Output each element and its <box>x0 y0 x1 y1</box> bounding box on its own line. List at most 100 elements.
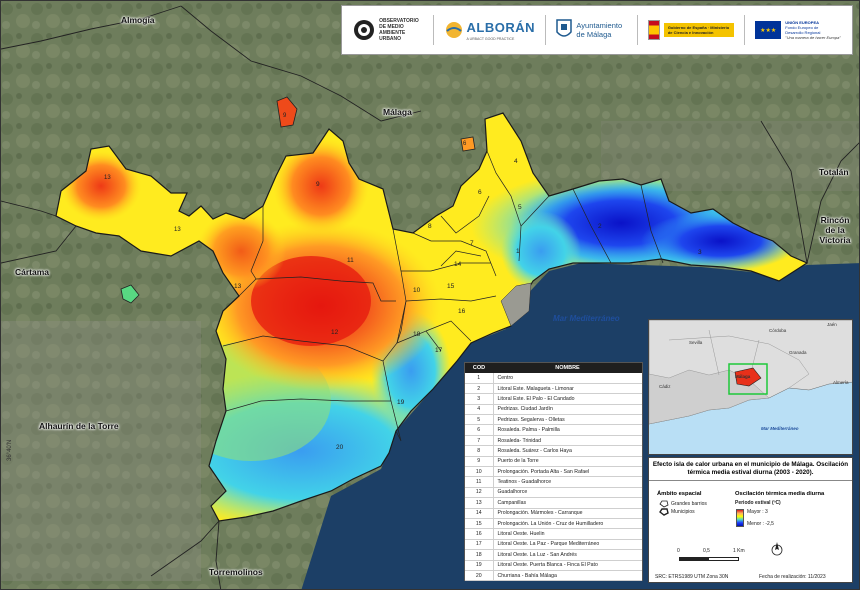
logo-bar: Observatorio de Medio Ambiente Urbano AL… <box>341 5 853 55</box>
place-totalan: Totalán <box>819 167 849 177</box>
table-row: 3 Litoral Este. El Palo - El Candado <box>465 393 642 405</box>
scale-tick-2: 1 Km <box>733 548 745 554</box>
district-number: 13 <box>234 283 242 290</box>
row-nombre: Campanillas <box>493 497 642 509</box>
district-number: 7 <box>470 240 474 247</box>
district-number: 3 <box>698 249 702 256</box>
sea-label: Mar Mediterráneo <box>553 314 620 323</box>
district-number: 13 <box>104 175 111 181</box>
grandes-barrios-icon <box>659 500 669 508</box>
district-number: 5 <box>518 204 522 211</box>
row-cod: 12 <box>465 487 494 499</box>
ambito-grandes-barrios: Grandes barrios <box>671 501 707 507</box>
eu-logo: ★★★ UNIÓN EUROPEA Fondo Europeo de Desar… <box>755 20 841 40</box>
ambito-municipios: Municipios <box>671 509 695 515</box>
table-row: 12 Guadalhorce <box>465 487 642 499</box>
gradient-min: Menor : -2,5 <box>747 521 774 527</box>
row-nombre: Teatinos - Guadalhorce <box>493 476 642 488</box>
gobierno-logo: Gobierno de España · Ministerio de Cienc… <box>647 20 734 40</box>
inset-andalusia-map <box>649 320 852 425</box>
alboran-logo: ALBORÁN A URBACT GOOD PRACTICE <box>445 19 536 41</box>
observatorio-icon <box>354 20 375 40</box>
alboran-icon <box>445 22 462 38</box>
district-number: 14 <box>454 261 462 268</box>
district-number: 9 <box>283 113 287 119</box>
city-shield-icon <box>556 19 573 37</box>
ayuntamiento-text: Ayuntamiento de Málaga <box>576 21 623 39</box>
row-nombre: Litoral Oeste. La Paz - Parque Mediterrá… <box>493 539 642 551</box>
eu-motto: "Una manera de hacer Europa" <box>785 35 841 40</box>
table-row: 11 Teatinos - Guadalhorce <box>465 476 642 488</box>
district-number: 11 <box>347 257 354 264</box>
district-number: 2 <box>598 223 602 230</box>
inset-label-sevilla: Sevilla <box>689 340 703 345</box>
inset-label-almeria: Almería <box>833 380 849 385</box>
row-nombre: Rosaleda. Palma - Palmilla <box>493 424 642 436</box>
district-number: 6 <box>463 141 467 147</box>
row-nombre: Prolongación. La Unión - Cruz de Humilla… <box>493 518 642 530</box>
row-cod: 17 <box>465 539 494 551</box>
place-cartama: Cártama <box>15 267 50 277</box>
fecha-label: Fecha de realización: 11/2023 <box>759 574 826 580</box>
row-cod: 1 <box>465 373 494 384</box>
row-nombre: Litoral Oeste. La Luz - San Andrés <box>493 549 642 561</box>
gobierno-text: Gobierno de España · Ministerio de Cienc… <box>663 23 734 37</box>
alboran-text: ALBORÁN <box>466 20 535 35</box>
scale-tick-0: 0 <box>677 548 680 554</box>
district-number: 15 <box>447 283 455 290</box>
scale-bar <box>679 557 739 561</box>
row-cod: 3 <box>465 393 494 405</box>
oscilacion-heading: Oscilación térmica media diurna <box>735 491 825 497</box>
row-nombre: Rosaleda- Trinidad <box>493 435 642 447</box>
table-row: 16 Litoral Oeste. Huelin <box>465 528 642 540</box>
col-nombre-header: NOMBRE <box>493 363 642 373</box>
table-row: 14 Prolongación. Mármoles - Carranque <box>465 508 642 519</box>
observatorio-text: Observatorio de Medio Ambiente Urbano <box>379 18 419 42</box>
municipios-icon <box>659 508 669 516</box>
latitude-label: 36°40'N <box>7 439 13 461</box>
district-legend-table: COD NOMBRE 1 Centro 2 Litoral Este. Malague… <box>465 363 642 582</box>
row-cod: 16 <box>465 528 494 540</box>
row-cod: 2 <box>465 383 494 395</box>
row-cod: 9 <box>465 456 494 468</box>
spain-flag-icon <box>647 20 660 40</box>
row-nombre: Litoral Este. El Palo - El Candado <box>493 393 642 405</box>
scale-tick-1: 0,5 <box>703 548 710 554</box>
district-number: 8 <box>428 223 432 230</box>
inset-label-jaen: Jaén <box>827 322 837 327</box>
inset-label-cadiz: Cádiz <box>659 384 671 389</box>
map-title: Efecto isla de calor urbana en el munici… <box>649 458 852 481</box>
row-cod: 11 <box>465 476 494 488</box>
table-row: 4 Pedrizas. Ciudad Jardín <box>465 404 642 416</box>
table-row: 2 Litoral Este. Malagueta - Limonar <box>465 383 642 395</box>
row-nombre: Pedrizas. Segalerva - Olletas <box>493 414 642 426</box>
row-cod: 14 <box>465 508 494 519</box>
district-number: 12 <box>331 329 339 336</box>
table-row: 1 Centro <box>465 373 642 384</box>
table-row: 19 Litoral Oeste. Puerta Blanca - Finca E… <box>465 560 642 571</box>
src-label: SRC: ETRS1989 UTM Zona 30N <box>655 574 729 580</box>
place-malaga: Málaga <box>383 107 412 117</box>
map-frame: 1 2 3 4 5 6 7 8 9 10 11 12 13 14 15 16 17 18 19 20 9 6 13 13 Al… <box>0 0 860 590</box>
row-nombre: Puerto de la Torre <box>493 456 642 468</box>
row-nombre: Litoral Oeste. Huelin <box>493 528 642 540</box>
district-number: 1 <box>516 248 520 255</box>
row-nombre: Litoral Oeste. Puerta Blanca - Finca El … <box>493 560 642 571</box>
place-almogia: Almogía <box>121 15 155 25</box>
row-nombre: Litoral Este. Malagueta - Limonar <box>493 383 642 395</box>
table-row: 7 Rosaleda- Trinidad <box>465 435 642 447</box>
place-torremolinos: Torremolinos <box>209 567 263 577</box>
table-row: 15 Prolongación. La Unión - Cruz de Humil… <box>465 518 642 530</box>
table-row: 20 Churriana - Bahía Málaga <box>465 570 642 582</box>
place-alhaurin: Alhaurín de la Torre <box>39 421 119 431</box>
row-nombre: Guadalhorce <box>493 487 642 499</box>
row-cod: 7 <box>465 435 494 447</box>
inset-label-cordoba: Córdoba <box>769 328 787 333</box>
row-cod: 13 <box>465 497 494 509</box>
row-cod: 19 <box>465 560 494 571</box>
ambito-heading: Ámbito espacial <box>657 491 702 497</box>
district-number: 6 <box>478 189 482 196</box>
district-table: COD NOMBRE 1 Centro 2 Litoral Este. Malague… <box>464 362 643 582</box>
inset-map: Córdoba Jaén Sevilla Granada Almería Cád… <box>648 319 853 455</box>
eu-flag-icon: ★★★ <box>755 21 782 39</box>
